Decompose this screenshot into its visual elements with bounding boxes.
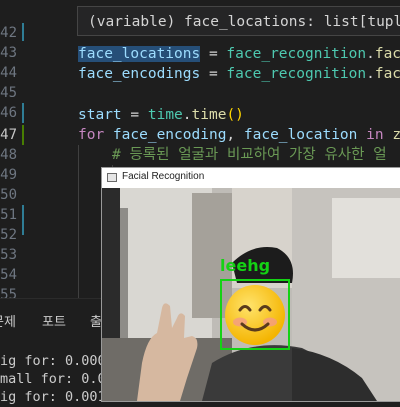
camera-feed: leehg [102,188,400,401]
identifier: face_locations [78,46,201,62]
dot: . [366,46,375,62]
window-title: Facial Recognition [122,171,205,182]
window-titlebar[interactable]: Facial Recognition [102,168,400,188]
parentheses: () [226,107,244,123]
line-number-active: 47 [0,127,17,143]
line-number: 44 [0,65,17,81]
line-number: 52 [0,227,17,243]
window-app-icon [107,173,117,182]
facial-recognition-window[interactable]: Facial Recognition leehg [101,167,400,402]
line-number: 42 [0,25,17,41]
operator: = [200,46,227,62]
terminal-line: mall for: 0.0 [0,371,106,387]
comment: # 등록된 얼굴과 비교하여 가장 유사한 얼 [112,147,387,163]
line-number: 49 [0,167,17,183]
git-modified-marker [22,103,24,123]
line-number: 54 [0,267,17,283]
git-modified-marker [22,205,24,235]
identifier: start [78,107,122,123]
code-line-45[interactable]: face_encodings = face_recognition.face_ [78,64,400,84]
terminal-line: ig for: 0.000 [0,353,106,369]
line-number: 51 [0,207,17,223]
line-number: 46 [0,105,17,121]
function-name: face_ [374,46,400,62]
keyword-for: for [78,127,105,143]
face-name-label: leehg [220,256,271,275]
terminal-line: ig for: 0.001 [0,389,106,405]
git-modified-marker [22,23,24,41]
function-name: time [191,107,227,123]
line-number-gutter: 42 43 44 45 46 47 48 49 50 51 52 53 54 5… [0,0,40,303]
tab-problems[interactable]: 문제 [0,311,16,330]
tab-ports[interactable]: 포트 [42,311,66,330]
line-number: 43 [0,45,17,61]
dot: . [366,66,375,82]
indent-guide [78,145,79,300]
module-name: face_recognition [226,66,367,82]
code-line-48[interactable]: for face_encoding, face_location in zip [78,125,400,145]
function-name: face_ [374,66,400,82]
module-name: time [147,107,183,123]
identifier: face_encodings [78,66,201,82]
dot: . [182,107,192,123]
operator: = [200,66,227,82]
module-name: face_recognition [226,46,367,62]
line-number: 53 [0,247,17,263]
identifier: face_encoding [104,127,227,143]
operator: = [121,107,148,123]
line-number: 45 [0,85,17,101]
smiling-face-emoji-icon [225,285,285,345]
code-line-47[interactable]: start = time.time() [78,105,244,125]
code-line-44[interactable]: face_locations = face_recognition.face_ [78,44,400,64]
comma: , [226,127,244,143]
git-added-marker [22,125,24,145]
hover-tooltip: (variable) face_locations: list[tuple[ [77,6,400,36]
line-number: 50 [0,187,17,203]
function-name: zip [392,127,400,143]
line-number: 48 [0,147,17,163]
code-line-49[interactable]: # 등록된 얼굴과 비교하여 가장 유사한 얼 [112,145,387,165]
identifier: face_location [243,127,358,143]
keyword-in: in [357,127,384,143]
